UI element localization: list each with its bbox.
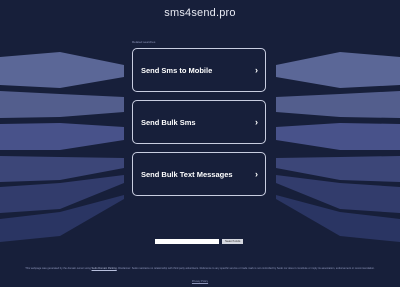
disclaimer-text-start: This webpage was generated by the domain… (25, 267, 92, 270)
disclaimer: This webpage was generated by the domain… (20, 267, 380, 271)
link-label: Send Bulk Sms (141, 117, 196, 127)
left-band-1 (0, 52, 124, 88)
link-label: Send Sms to Mobile (141, 65, 213, 75)
right-band-3 (276, 123, 400, 150)
search-bar: Search Ads (155, 239, 244, 244)
parking-page: sms4send.pro Related searches Send Sms t… (0, 0, 400, 287)
domain-title: sms4send.pro (164, 7, 236, 19)
right-band-1 (276, 52, 400, 88)
right-band-2 (276, 91, 400, 118)
chevron-right-icon: › (255, 117, 258, 127)
sedo-parking-link[interactable]: Sedo Domain Parking (92, 267, 117, 270)
link-send-bulk-text-messages[interactable]: Send Bulk Text Messages › (132, 152, 266, 196)
left-band-3 (0, 123, 124, 150)
privacy-policy-link[interactable]: Privacy Policy (0, 280, 400, 283)
search-input[interactable] (155, 239, 219, 244)
chevron-right-icon: › (255, 169, 258, 179)
left-band-2 (0, 91, 124, 118)
related-searches-heading: Related searches (132, 40, 156, 44)
link-send-sms-to-mobile[interactable]: Send Sms to Mobile › (132, 48, 266, 92)
chevron-right-icon: › (255, 65, 258, 75)
link-label: Send Bulk Text Messages (141, 169, 233, 179)
search-button[interactable]: Search Ads (222, 239, 244, 244)
link-send-bulk-sms[interactable]: Send Bulk Sms › (132, 100, 266, 144)
disclaimer-text-end: . Disclaimer: Sedo maintains no relation… (116, 267, 375, 270)
right-bands (276, 52, 400, 242)
left-bands (0, 52, 124, 242)
